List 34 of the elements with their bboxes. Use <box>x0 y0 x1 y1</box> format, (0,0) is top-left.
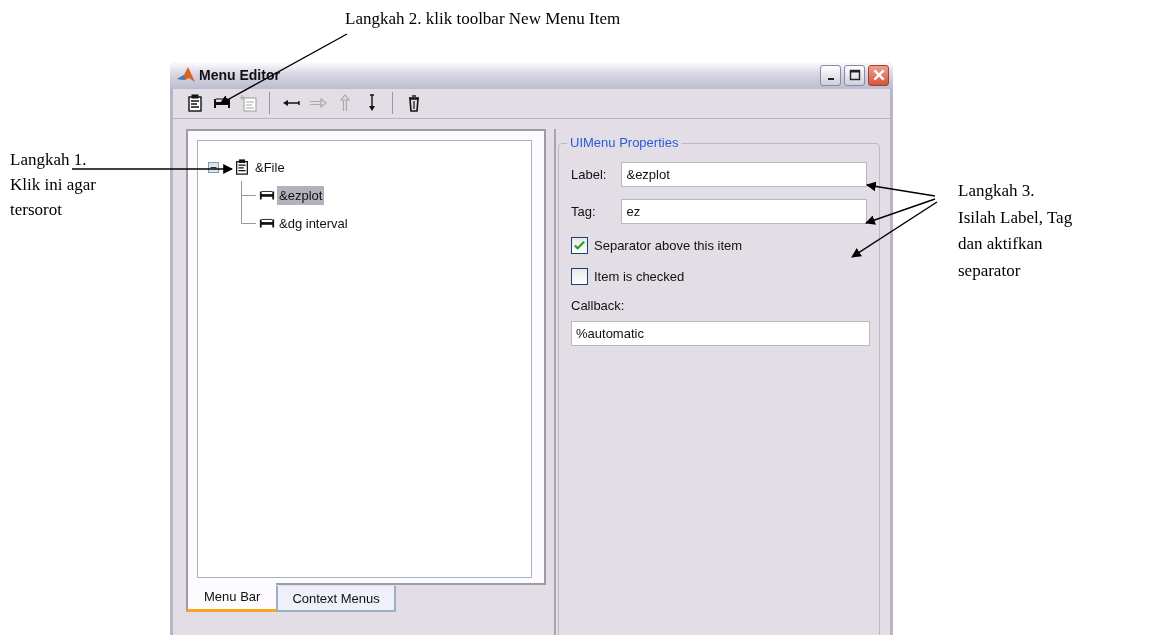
close-icon <box>871 68 886 83</box>
tab[interactable]: Menu Bar <box>186 583 277 612</box>
annotation-text: separator <box>958 259 1022 282</box>
tag-field[interactable]: ez <box>621 199 867 224</box>
annotation-text: tersorot <box>10 199 63 221</box>
tree-item[interactable]: &ezplot <box>277 185 325 205</box>
callback-field[interactable]: %automatic <box>571 321 870 346</box>
field-label: Label: <box>571 167 608 182</box>
maximize-icon <box>848 69 861 82</box>
collapse-icon[interactable] <box>208 161 219 173</box>
checkbox-label: Item is checked <box>594 269 685 284</box>
check-icon <box>573 239 586 252</box>
annotation-text: Isilah Label, Tag <box>958 206 1073 229</box>
tree-item[interactable]: &File <box>253 157 287 177</box>
checkbox[interactable] <box>571 268 588 285</box>
field-label: Callback: <box>571 298 626 313</box>
close-button[interactable] <box>868 64 889 86</box>
logo-icon <box>176 66 196 85</box>
maximize-button[interactable] <box>844 64 865 86</box>
tab[interactable]: Context Menus <box>276 586 396 612</box>
label-field[interactable]: &ezplot <box>621 162 867 187</box>
annotation-text: Klik ini agar <box>10 174 96 196</box>
tree-item[interactable]: &dg interval <box>277 213 350 233</box>
annotation-text: Langkah 2. klik toolbar New Menu Item <box>345 8 621 30</box>
annotation-text: dan aktifkan <box>958 233 1044 255</box>
minimize-button[interactable] <box>820 64 841 86</box>
minimize-icon <box>827 78 834 81</box>
menu-icon <box>234 159 250 175</box>
checkbox[interactable] <box>571 237 588 254</box>
group-title: UIMenu Properties <box>567 135 682 150</box>
field-label: Tag: <box>571 204 597 219</box>
annotation-text: Langkah 3. <box>958 180 1036 202</box>
checkbox-label: Separator above this item <box>594 238 743 253</box>
annotation-text: Langkah 1. <box>10 149 88 171</box>
